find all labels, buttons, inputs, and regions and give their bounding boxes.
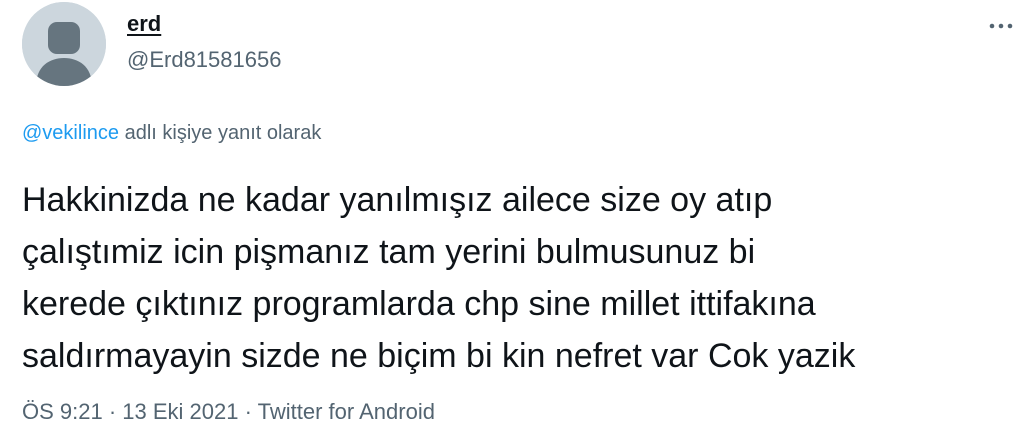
tweet-text-line: çalıştımiz icin pişmanız tam yerini bulm… xyxy=(22,233,756,271)
tweet-card: erd @Erd81581656 @vekilince adlı kişiye … xyxy=(0,0,1033,433)
tweet-date-link[interactable]: 13 Eki 2021 xyxy=(122,399,238,424)
reply-context-label: adlı kişiye yanıt olarak xyxy=(119,122,322,144)
tweet-text-line: saldırmayayin sizde ne biçim bi kin nefr… xyxy=(22,337,856,375)
tweet-text-line: Hakkinizda ne kadar yanılmışız ailece si… xyxy=(22,181,773,219)
more-options-button[interactable] xyxy=(985,14,1017,38)
reply-mention-link[interactable]: @vekilince xyxy=(22,122,119,144)
tweet-time-link[interactable]: ÖS 9:21 xyxy=(22,399,103,424)
default-avatar-icon xyxy=(22,2,106,86)
meta-separator: · xyxy=(102,399,123,424)
author-display-name[interactable]: erd xyxy=(127,10,161,38)
reply-context: @vekilince adlı kişiye yanıt olarak xyxy=(22,120,321,146)
avatar[interactable] xyxy=(22,2,106,86)
tweet-source-link[interactable]: Twitter for Android xyxy=(258,399,435,424)
tweet-metadata: ÖS 9:21 · 13 Eki 2021 · Twitter for Andr… xyxy=(22,398,435,426)
tweet-text: Hakkinizda ne kadar yanılmışız ailece si… xyxy=(22,174,1012,382)
author-handle[interactable]: @Erd81581656 xyxy=(127,46,281,74)
more-horizontal-icon xyxy=(989,23,1013,29)
tweet-text-line: kerede çıktınız programlarda chp sine mi… xyxy=(22,285,816,323)
meta-separator: · xyxy=(238,399,258,424)
